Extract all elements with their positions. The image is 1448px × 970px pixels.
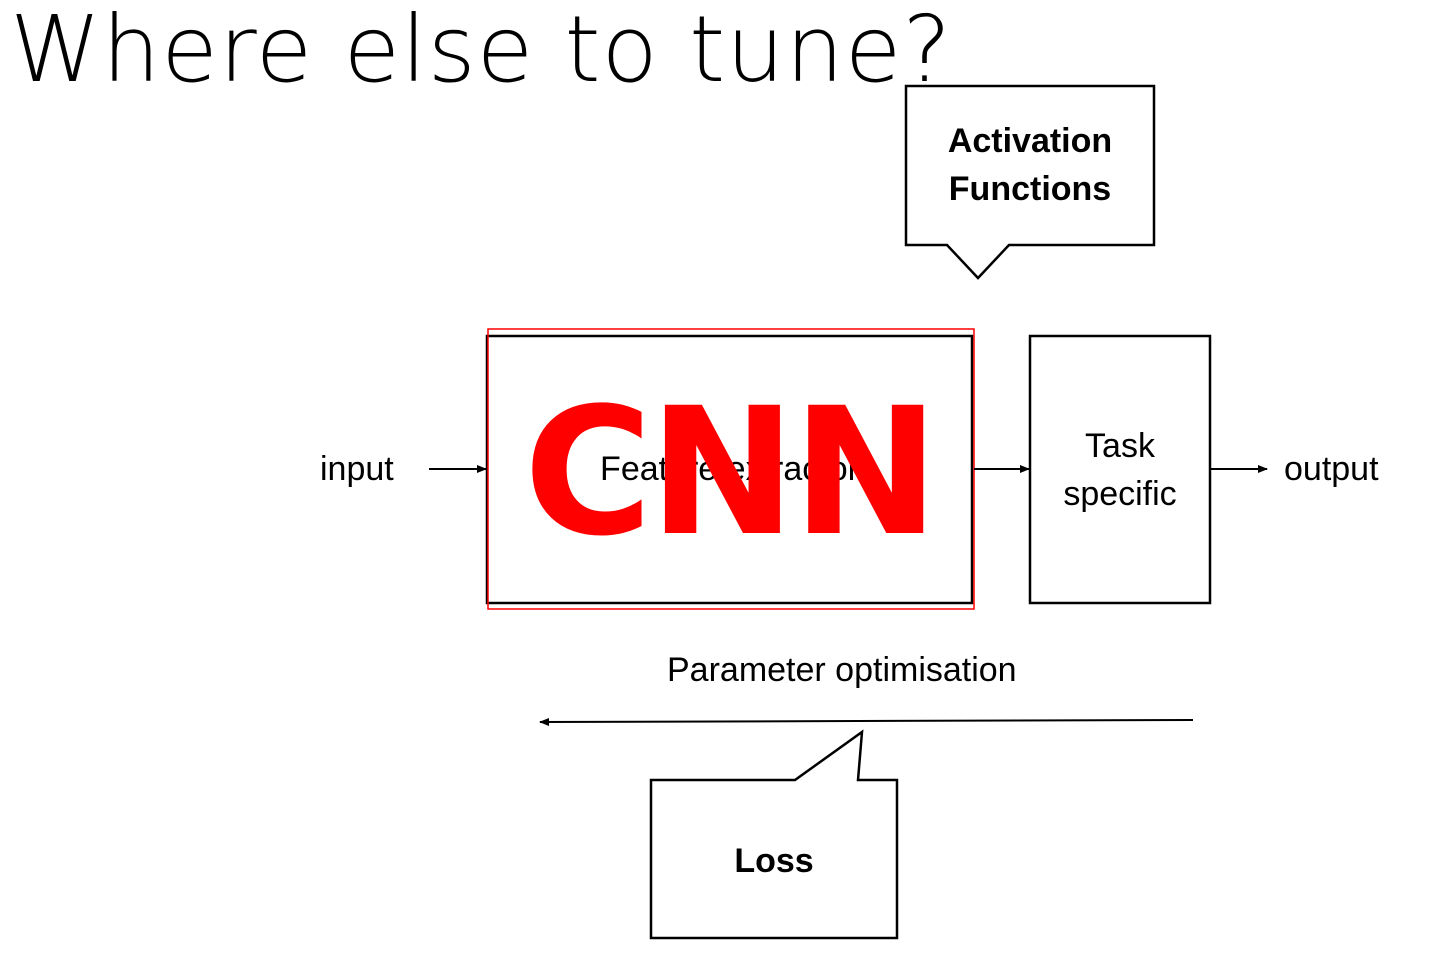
task-line1: Task	[1085, 427, 1155, 465]
task-line2: specific	[1063, 475, 1177, 514]
task-specific-label: Task specific	[1030, 422, 1210, 519]
backprop-arrow	[539, 717, 1194, 726]
activation-line2: Functions	[948, 169, 1112, 208]
activation-callout-text: Activation Functions	[906, 118, 1154, 213]
output-label: output	[1284, 450, 1379, 488]
loss-callout-shape	[649, 729, 899, 940]
loss-callout-text: Loss	[734, 842, 814, 880]
cnn-overlay-text: CNN	[523, 369, 940, 575]
activation-line1: Activation	[947, 122, 1113, 160]
input-label: input	[320, 450, 394, 488]
parameter-optimisation-label: Parameter optimisation	[667, 651, 1017, 689]
